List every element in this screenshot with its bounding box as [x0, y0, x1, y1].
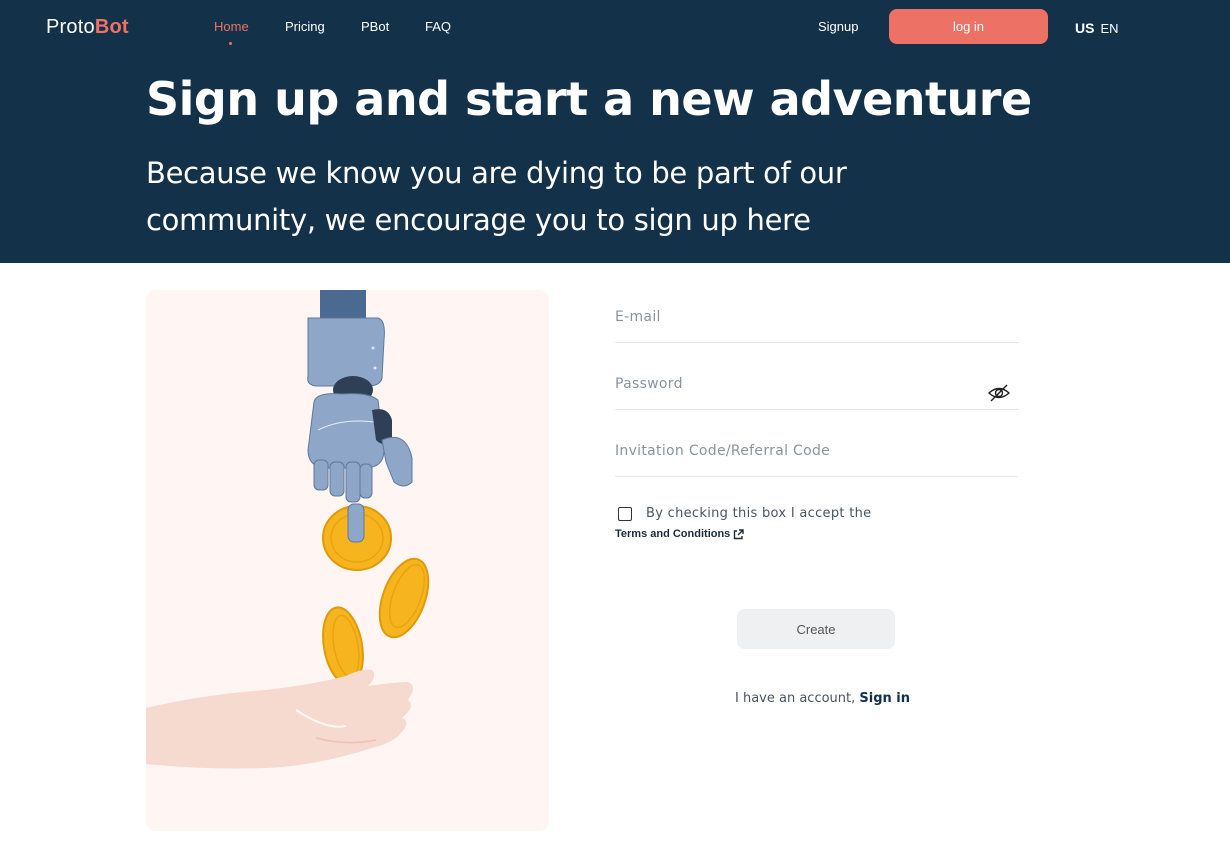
email-field[interactable] — [615, 291, 1018, 343]
page-subtitle: Because we know you are dying to be part… — [146, 156, 847, 237]
terms-checkbox[interactable] — [618, 507, 632, 521]
sign-in-link[interactable]: Sign in — [859, 691, 910, 706]
us-flag-icon: US — [1075, 20, 1095, 36]
password-input[interactable] — [615, 376, 975, 392]
robot-coins-image — [146, 290, 430, 769]
signup-link[interactable]: Signup — [818, 19, 858, 34]
account-text: I have an account, — [735, 691, 856, 706]
language-selector[interactable]: US EN — [1075, 20, 1119, 36]
nav-faq[interactable]: FAQ — [425, 19, 451, 34]
email-input[interactable] — [615, 309, 975, 325]
invitation-code-field[interactable] — [615, 425, 1018, 477]
terms-link[interactable]: Terms and Conditions — [615, 528, 745, 540]
nav-home[interactable]: Home — [214, 19, 249, 34]
logo-accent: Bot — [94, 16, 129, 38]
protobot-logo[interactable]: ProtoBot — [46, 16, 129, 39]
nav-pricing[interactable]: Pricing — [285, 19, 325, 34]
terms-link-label: Terms and Conditions — [615, 528, 731, 540]
invitation-code-input[interactable] — [615, 443, 975, 459]
login-button[interactable]: log in — [889, 9, 1048, 44]
eye-slash-icon[interactable] — [988, 384, 1010, 402]
terms-text: By checking this box I accept the — [646, 506, 872, 521]
active-nav-indicator — [229, 42, 232, 45]
create-button[interactable]: Create — [737, 609, 895, 649]
nav-pbot[interactable]: PBot — [361, 19, 389, 34]
page-title: Sign up and start a new adventure — [146, 72, 1032, 126]
robot-hand-illustration — [146, 290, 549, 831]
logo-prefix: Proto — [46, 16, 95, 38]
account-row: I have an account, Sign in — [735, 691, 910, 706]
external-link-icon — [734, 528, 745, 539]
language-code: EN — [1100, 21, 1119, 36]
hero-header: ProtoBot Home Pricing PBot FAQ Signup lo… — [0, 0, 1230, 263]
password-field[interactable] — [615, 358, 1018, 410]
